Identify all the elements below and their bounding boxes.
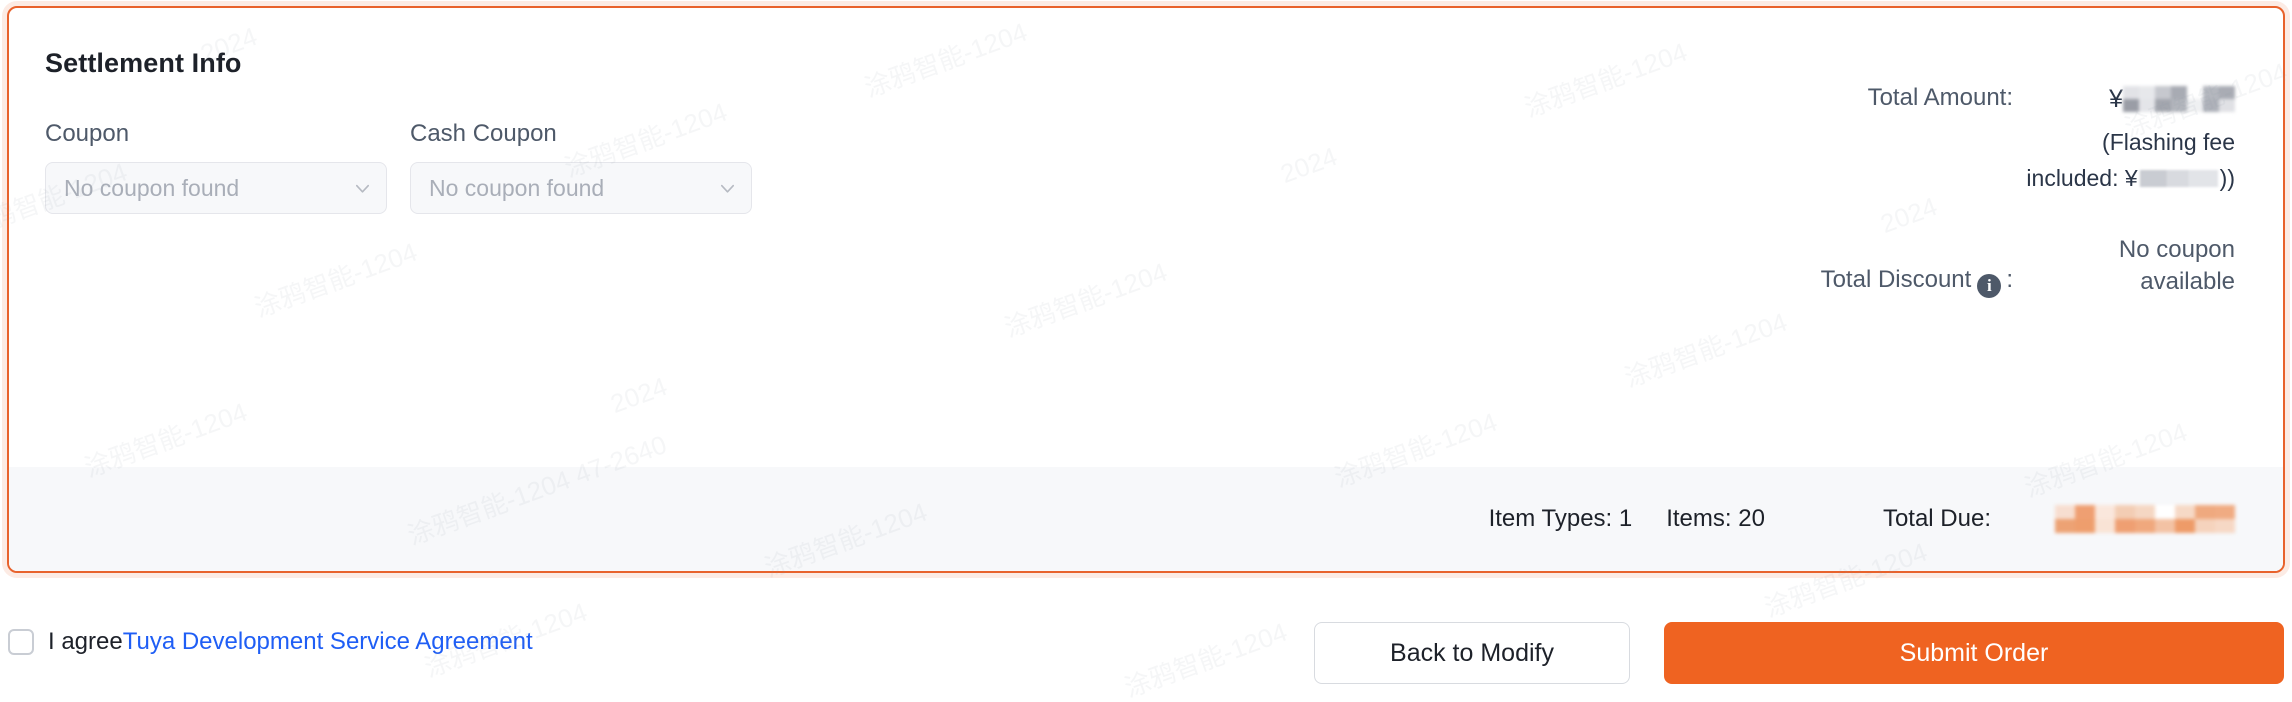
total-amount-redacted: ¥ <box>2109 82 2235 116</box>
redaction-bar <box>2139 169 2218 187</box>
flashing-fee-prefix: included: ¥ <box>2026 165 2138 191</box>
cash-coupon-select[interactable]: No coupon found <box>410 162 752 214</box>
total-amount-label: Total Amount: <box>1867 84 2013 111</box>
submit-order-button[interactable]: Submit Order <box>1664 622 2284 684</box>
coupon-field-group: Coupon No coupon found <box>45 120 387 214</box>
coupon-select-value: No coupon found <box>64 174 240 201</box>
total-discount-value: No coupon available <box>2118 236 2235 295</box>
flashing-fee-line1: (Flashing fee <box>2102 129 2235 155</box>
redaction-mosaic <box>2123 86 2235 112</box>
agreement-group: I agree Tuya Development Service Agreemen… <box>8 628 533 656</box>
action-row: I agree Tuya Development Service Agreemen… <box>0 600 2292 702</box>
items-count: Items: 20 <box>1666 505 1765 532</box>
flashing-fee-suffix: )) <box>2219 165 2235 191</box>
coupon-select[interactable]: No coupon found <box>45 162 387 214</box>
settlement-card: Settlement Info Coupon No coupon found C… <box>7 6 2285 573</box>
total-amount-value: ¥ (Flashing fee included: ¥)) <box>2026 82 2235 196</box>
settlement-page: 涂鸦智能-1204 涂鸦智能-1204 2024 涂鸦智能-1204 涂鸦智能-… <box>0 0 2292 702</box>
cash-coupon-label: Cash Coupon <box>410 120 557 147</box>
chevron-down-icon <box>353 179 372 198</box>
total-due-redacted <box>2055 505 2235 533</box>
total-discount-colon: : <box>2006 266 2013 293</box>
chevron-down-icon <box>718 179 737 198</box>
back-to-modify-button[interactable]: Back to Modify <box>1314 622 1630 684</box>
total-discount-label: Total Discount <box>1820 266 1972 293</box>
summary-bar: Item Types: 1 Items: 20 Total Due: <box>9 467 2283 571</box>
total-discount-row: Total Discount i: No coupon available <box>1515 234 2235 298</box>
flashing-fee-line2: included: ¥ )) <box>2026 160 2235 196</box>
total-due-label: Total Due: <box>1882 505 1991 532</box>
cash-coupon-select-value: No coupon found <box>429 174 605 201</box>
currency-symbol: ¥ <box>2109 84 2123 113</box>
coupon-label: Coupon <box>45 120 130 147</box>
cash-coupon-field-group: Cash Coupon No coupon found <box>410 120 752 214</box>
total-discount-label-wrap: Total Discount i: <box>1821 264 2013 298</box>
flashing-fee-note: (Flashing fee included: ¥ )) <box>2026 124 2235 196</box>
item-types-count: Item Types: 1 <box>1488 505 1633 532</box>
agreement-checkbox[interactable] <box>8 629 34 655</box>
agreement-link[interactable]: Tuya Development Service Agreement <box>123 628 533 656</box>
page-title: Settlement Info <box>45 48 242 78</box>
agreement-text: I agree <box>48 628 123 655</box>
total-amount-row: Total Amount: ¥ (Flashing fee included: … <box>1515 82 2235 196</box>
totals-column: Total Amount: ¥ (Flashing fee included: … <box>1515 82 2235 298</box>
info-circle-icon[interactable]: i <box>1977 274 2002 298</box>
